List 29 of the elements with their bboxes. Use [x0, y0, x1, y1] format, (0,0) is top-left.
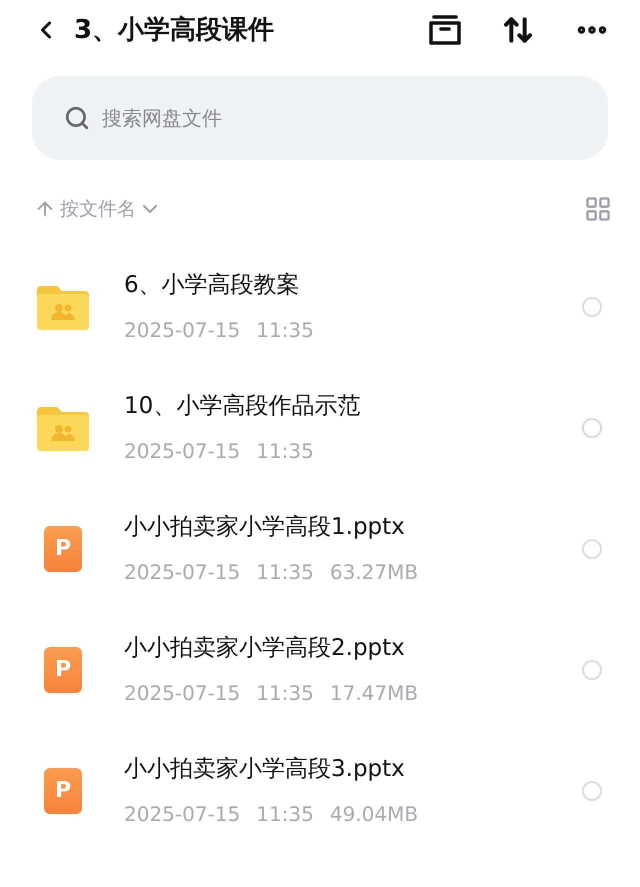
- modified-time: 11:35: [256, 800, 314, 828]
- modified-time: 11:35: [256, 558, 314, 586]
- modified-date: 2025-07-15: [124, 316, 240, 344]
- search-icon: [64, 105, 90, 131]
- sort-order-icon[interactable]: [502, 14, 534, 46]
- file-name[interactable]: 10、小学高段作品示范: [124, 389, 582, 424]
- modified-time: 11:35: [256, 680, 314, 707]
- presentation-file-icon: P: [44, 526, 82, 572]
- file-name[interactable]: 小小拍卖家小学高段3.pptx: [124, 752, 582, 787]
- presentation-file-icon: P: [44, 646, 82, 692]
- grid-view-icon[interactable]: [584, 195, 612, 223]
- file-name[interactable]: 小小拍卖家小学高段1.pptx: [124, 510, 582, 545]
- modified-date: 2025-07-15: [124, 680, 240, 707]
- search-field[interactable]: 搜索网盘文件: [32, 76, 608, 160]
- page-title: 3、小学高段课件: [74, 14, 274, 46]
- modified-date: 2025-07-15: [124, 438, 240, 465]
- modified-date: 2025-07-15: [124, 558, 240, 586]
- presentation-file-icon: P: [44, 768, 82, 814]
- modified-date: 2025-07-15: [124, 800, 240, 828]
- file-size: 49.04MB: [330, 800, 418, 828]
- modified-time: 11:35: [256, 438, 314, 465]
- file-name[interactable]: 小小拍卖家小学高段2.pptx: [124, 631, 582, 666]
- file-name[interactable]: 6、小学高段教案: [124, 268, 582, 303]
- file-size: 63.27MB: [330, 558, 418, 586]
- shared-folder-icon: [37, 284, 89, 330]
- file-size: 17.47MB: [330, 680, 418, 707]
- archive-icon[interactable]: [428, 13, 462, 47]
- modified-time: 11:35: [256, 316, 314, 344]
- shared-folder-icon: [37, 404, 89, 450]
